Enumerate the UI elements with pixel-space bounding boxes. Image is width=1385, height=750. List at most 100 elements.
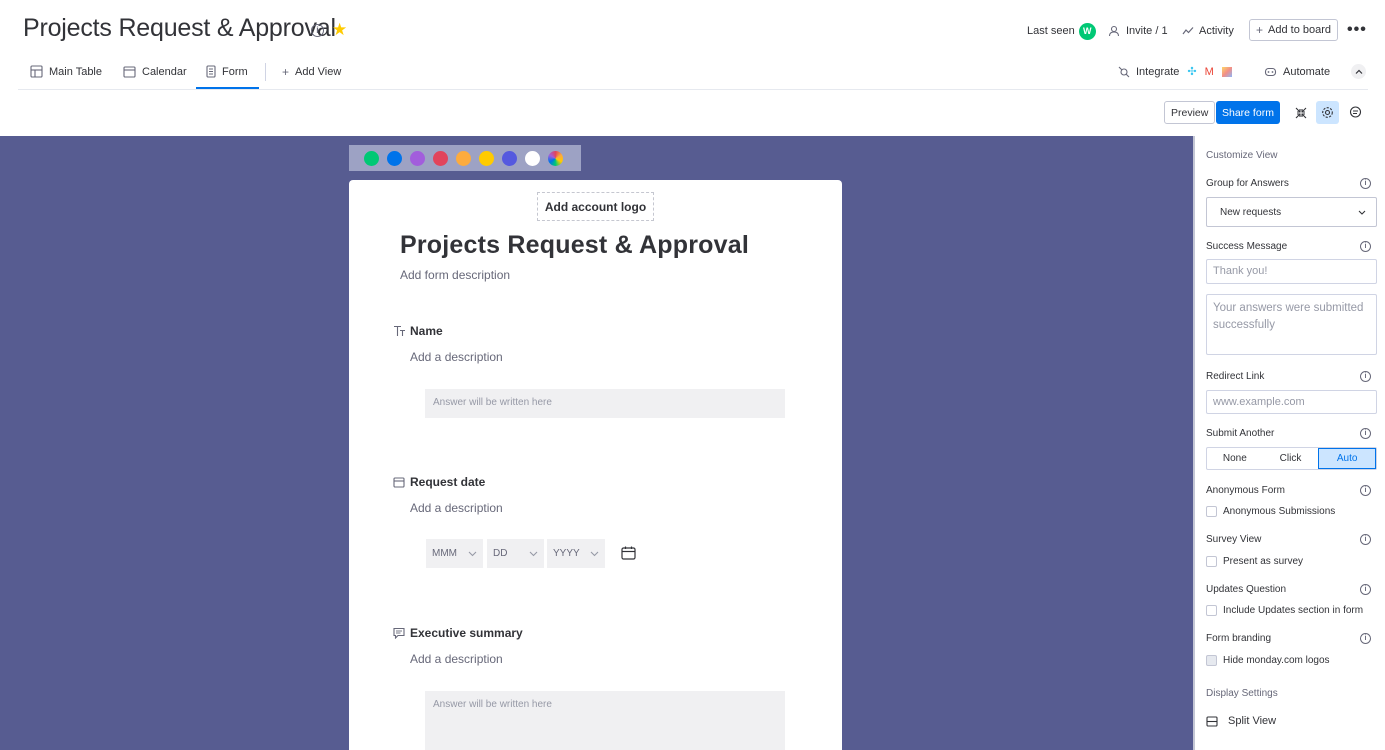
branding-option-label: Hide monday.com logos [1223,655,1330,666]
add-account-logo-button[interactable]: Add account logo [537,192,654,221]
display-settings-title: Display Settings [1206,688,1278,699]
split-view-option[interactable]: Split View [1206,715,1276,727]
question-description[interactable]: Add a description [410,501,503,515]
submit-option-none[interactable]: None [1207,448,1263,469]
info-icon[interactable]: i [1360,633,1371,644]
integrate-icon [1118,66,1130,78]
long-text-icon [392,626,405,639]
collapse-header-button[interactable] [1351,64,1366,79]
anonymous-option-label: Anonymous Submissions [1223,506,1336,517]
day-placeholder: DD [493,548,508,559]
plus-icon: + [1256,23,1264,37]
custom-color-swatch[interactable] [548,150,563,166]
info-icon[interactable]: i [1360,485,1371,496]
group-label: Group for Answers [1206,178,1289,189]
updates-checkbox[interactable]: Include Updates section in form [1206,605,1363,616]
slack-icon: ✣ [1187,66,1197,78]
group-select-value: New requests [1220,206,1282,218]
branding-checkbox[interactable]: Hide monday.com logos [1206,655,1330,666]
text-type-icon [393,324,406,337]
anonymous-label: Anonymous Form [1206,485,1285,496]
integrate-label: Integrate [1136,65,1180,78]
tab-calendar[interactable]: Calendar [123,63,187,80]
submit-another-toggle: None Click Auto [1206,447,1377,470]
plus-icon: + [282,64,290,79]
add-to-board-button[interactable]: + Add to board [1249,19,1339,41]
settings-icon[interactable] [1316,101,1339,124]
survey-label: Survey View [1206,534,1262,545]
answer-field[interactable]: Answer will be written here [425,389,785,418]
info-icon[interactable]: i [1360,428,1371,439]
submit-option-auto[interactable]: Auto [1318,448,1377,469]
invite-button[interactable]: Invite / 1 [1108,20,1168,42]
color-swatch[interactable] [479,150,494,166]
branding-label: Form branding [1206,633,1272,644]
star-icon[interactable]: ★ [332,20,347,40]
answer-field[interactable]: Answer will be written here [425,691,785,750]
success-title-input[interactable]: Thank you! [1206,259,1377,284]
color-swatch[interactable] [525,150,540,166]
color-swatch[interactable] [456,150,471,166]
info-icon[interactable]: i [1360,241,1371,252]
invite-label: Invite / 1 [1126,25,1168,37]
year-placeholder: YYYY [553,548,580,559]
last-seen[interactable]: Last seen W [1027,20,1096,42]
color-swatch[interactable] [364,150,379,166]
color-palette [349,145,581,171]
year-select[interactable]: YYYY [547,539,605,568]
color-swatch[interactable] [433,150,448,166]
question-description[interactable]: Add a description [410,350,503,364]
info-icon[interactable]: i [1360,584,1371,595]
chat-icon[interactable] [1344,101,1367,124]
preview-button[interactable]: Preview [1164,101,1216,124]
month-select[interactable]: MMM [426,539,483,568]
tab-form[interactable]: Form [206,63,248,80]
last-seen-label: Last seen [1027,25,1075,37]
customize-view-title: Customize View [1206,150,1278,161]
date-picker-icon[interactable] [621,546,636,565]
board-title[interactable]: Projects Request & Approval [23,14,336,43]
question-label[interactable]: Request date [410,475,485,489]
chevron-down-icon [529,551,538,556]
add-to-board-label: Add to board [1268,24,1332,36]
more-options-icon[interactable]: ••• [1347,22,1367,38]
checkbox-icon [1206,655,1217,666]
chevron-down-icon [1358,210,1366,215]
group-select[interactable]: New requests [1206,197,1377,227]
redirect-input[interactable]: www.example.com [1206,390,1377,414]
question-description[interactable]: Add a description [410,652,503,666]
activity-label: Activity [1199,25,1234,37]
info-icon[interactable]: i [1360,534,1371,545]
form-description[interactable]: Add form description [400,268,510,282]
calendar-icon [123,65,136,78]
integrate-button[interactable]: Integrate ✣ M [1118,63,1232,80]
tab-add-view[interactable]: + Add View [282,63,341,80]
survey-checkbox[interactable]: Present as survey [1206,556,1303,567]
split-view-label: Split View [1228,715,1277,727]
question-label[interactable]: Name [410,324,443,338]
color-swatch[interactable] [502,150,517,166]
collapse-icon[interactable] [1289,101,1312,124]
submit-option-click[interactable]: Click [1263,448,1319,469]
activity-button[interactable]: Activity [1182,20,1234,42]
anonymous-checkbox[interactable]: Anonymous Submissions [1206,506,1335,517]
tab-label: Form [222,65,248,78]
tab-main-table[interactable]: Main Table [30,63,102,80]
info-icon[interactable]: i [1360,371,1371,382]
color-swatch[interactable] [387,150,402,166]
form-title[interactable]: Projects Request & Approval [400,231,749,260]
checkbox-icon [1206,506,1217,517]
apps-icon [1221,66,1232,77]
question-label[interactable]: Executive summary [410,626,523,640]
color-swatch[interactable] [410,150,425,166]
info-icon[interactable]: i [311,24,324,37]
chevron-down-icon [468,551,477,556]
month-placeholder: MMM [432,548,457,559]
share-form-button[interactable]: Share form [1216,101,1280,124]
tab-label: Add View [295,65,342,78]
tab-label: Calendar [142,65,187,78]
info-icon[interactable]: i [1360,178,1371,189]
day-select[interactable]: DD [487,539,544,568]
success-body-input[interactable]: Your answers were submitted successfully [1206,294,1377,355]
automate-button[interactable]: Automate [1264,63,1330,80]
